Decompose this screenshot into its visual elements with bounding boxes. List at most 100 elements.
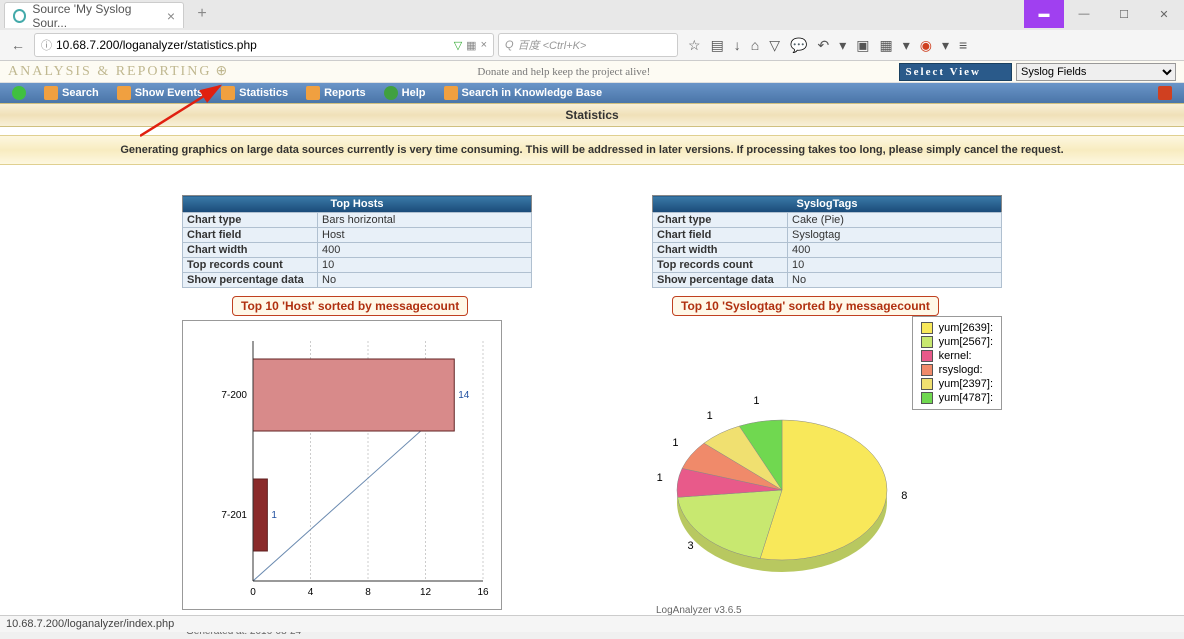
- mask-icon[interactable]: ▬: [1024, 0, 1064, 28]
- select-view-label: Select View: [899, 63, 1012, 81]
- undo-icon[interactable]: ↶: [817, 37, 829, 54]
- menu-help[interactable]: Help: [376, 84, 434, 102]
- svg-text:1: 1: [657, 472, 663, 484]
- events-icon: [117, 86, 131, 100]
- library-icon[interactable]: ▤: [711, 37, 724, 54]
- pie-legend: yum[2639]:yum[2567]:kernel:rsyslogd:yum[…: [912, 316, 1002, 410]
- svg-text:0: 0: [250, 587, 256, 598]
- svg-text:7-201: 7-201: [221, 510, 247, 521]
- svg-text:1: 1: [672, 437, 678, 449]
- val: Syslogtag: [788, 228, 1002, 243]
- val: 10: [788, 258, 1002, 273]
- lbl: Chart field: [183, 228, 318, 243]
- home-icon[interactable]: ⌂: [751, 37, 759, 53]
- menu-reports[interactable]: Reports: [298, 84, 374, 102]
- svg-text:7-200: 7-200: [221, 390, 247, 401]
- address-bar: ← ⓘ ▽ ▦ × Q 百度 <Ctrl+K> ☆ ▤ ↓ ⌂ ▽ 💬 ↶ ▾ …: [0, 30, 1184, 60]
- menu-events-label: Show Events: [135, 87, 203, 99]
- val: 10: [318, 258, 532, 273]
- legend-item: yum[2397]:: [917, 377, 997, 391]
- minimize-button[interactable]: —: [1064, 0, 1104, 28]
- legend-swatch-icon: [921, 322, 933, 334]
- notice-text: Generating graphics on large data source…: [0, 135, 1184, 165]
- legend-item: kernel:: [917, 349, 997, 363]
- lbl: Chart field: [653, 228, 788, 243]
- menu-statistics[interactable]: Statistics: [213, 84, 296, 102]
- val: Bars horizontal: [318, 213, 532, 228]
- window-controls: ▬ — ☐ ✕: [1024, 0, 1184, 28]
- chat-icon[interactable]: 💬: [790, 37, 807, 54]
- search-box[interactable]: Q 百度 <Ctrl+K>: [498, 33, 678, 57]
- lbl: Chart width: [183, 243, 318, 258]
- shield-icon[interactable]: ▽: [454, 39, 462, 52]
- svg-text:1: 1: [707, 410, 713, 422]
- tab-close-icon[interactable]: ×: [167, 8, 175, 24]
- menu-right-icon[interactable]: [1150, 84, 1180, 102]
- donate-text[interactable]: Donate and help keep the project alive!: [477, 66, 650, 78]
- menu-show-events[interactable]: Show Events: [109, 84, 211, 102]
- kb-icon: [444, 86, 458, 100]
- maximize-button[interactable]: ☐: [1104, 0, 1144, 28]
- menu-kb[interactable]: Search in Knowledge Base: [436, 84, 611, 102]
- screenshot-icon[interactable]: ▣: [856, 37, 869, 54]
- brand-text: ANALYSIS & REPORTING: [8, 64, 211, 80]
- refresh-button[interactable]: [4, 84, 34, 102]
- legend-swatch-icon: [921, 364, 933, 376]
- svg-text:8: 8: [901, 490, 907, 502]
- browser-chrome: Source 'My Syslog Sour... × + ← ⓘ ▽ ▦ × …: [0, 0, 1184, 61]
- lbl: Top records count: [653, 258, 788, 273]
- legend-swatch-icon: [921, 392, 933, 404]
- legend-label: kernel:: [939, 350, 972, 362]
- bar-chart-title: Top 10 'Host' sorted by messagecount: [232, 296, 468, 316]
- lbl: Chart type: [653, 213, 788, 228]
- bar-chart-canvas: Top 10 'Host' sorted by messagecount 048…: [182, 288, 532, 618]
- syslogtags-meta-table: SyslogTags Chart typeCake (Pie) Chart fi…: [652, 195, 1002, 288]
- menu-reports-label: Reports: [324, 87, 366, 99]
- val: No: [788, 273, 1002, 288]
- chart-top-hosts: Top Hosts Chart typeBars horizontal Char…: [182, 195, 532, 618]
- lbl: Top records count: [183, 258, 318, 273]
- clear-url-icon[interactable]: ×: [481, 39, 487, 51]
- pocket-icon[interactable]: ▽: [769, 37, 780, 54]
- weibo-icon[interactable]: ◉: [920, 37, 932, 54]
- url-box[interactable]: ⓘ ▽ ▦ ×: [34, 33, 494, 57]
- view-select[interactable]: Syslog Fields: [1016, 63, 1176, 81]
- menu-help-label: Help: [402, 87, 426, 99]
- logo-icon: ⊕: [215, 63, 229, 80]
- page: ANALYSIS & REPORTING ⊕ Donate and help k…: [0, 61, 1184, 618]
- svg-text:16: 16: [477, 587, 489, 598]
- legend-item: yum[4787]:: [917, 391, 997, 405]
- menu-search[interactable]: Search: [36, 84, 107, 102]
- tab-bar: Source 'My Syslog Sour... × +: [0, 0, 1184, 30]
- info-icon[interactable]: ⓘ: [41, 37, 52, 53]
- grid-icon[interactable]: ▦: [879, 37, 892, 54]
- url-input[interactable]: [56, 38, 450, 52]
- back-button[interactable]: ←: [6, 33, 30, 57]
- svg-text:3: 3: [688, 540, 694, 552]
- val: Cake (Pie): [788, 213, 1002, 228]
- browser-tab[interactable]: Source 'My Syslog Sour... ×: [4, 2, 184, 28]
- select-view: Select View Syslog Fields: [899, 63, 1176, 81]
- tab-title: Source 'My Syslog Sour...: [32, 2, 160, 30]
- qr-icon[interactable]: ▦: [466, 39, 476, 52]
- svg-text:1: 1: [271, 510, 277, 521]
- menu-search-label: Search: [62, 87, 99, 99]
- chart-syslogtags: SyslogTags Chart typeCake (Pie) Chart fi…: [652, 195, 1002, 618]
- menu-icon[interactable]: ≡: [959, 37, 967, 53]
- svg-text:1: 1: [753, 395, 759, 407]
- dropdown-icon[interactable]: ▾: [839, 37, 846, 54]
- legend-label: rsyslogd:: [939, 364, 983, 376]
- svg-text:12: 12: [420, 587, 432, 598]
- top-hosts-header: Top Hosts: [183, 196, 532, 213]
- legend-swatch-icon: [921, 350, 933, 362]
- dropdown3-icon[interactable]: ▾: [942, 37, 949, 54]
- lbl: Chart type: [183, 213, 318, 228]
- close-window-button[interactable]: ✕: [1144, 0, 1184, 28]
- dropdown2-icon[interactable]: ▾: [903, 37, 910, 54]
- search-icon: Q: [505, 39, 514, 51]
- new-tab-button[interactable]: +: [190, 3, 214, 27]
- legend-swatch-icon: [921, 378, 933, 390]
- menu-bar: Search Show Events Statistics Reports He…: [0, 83, 1184, 103]
- star-icon[interactable]: ☆: [688, 37, 701, 54]
- download-icon[interactable]: ↓: [734, 37, 741, 53]
